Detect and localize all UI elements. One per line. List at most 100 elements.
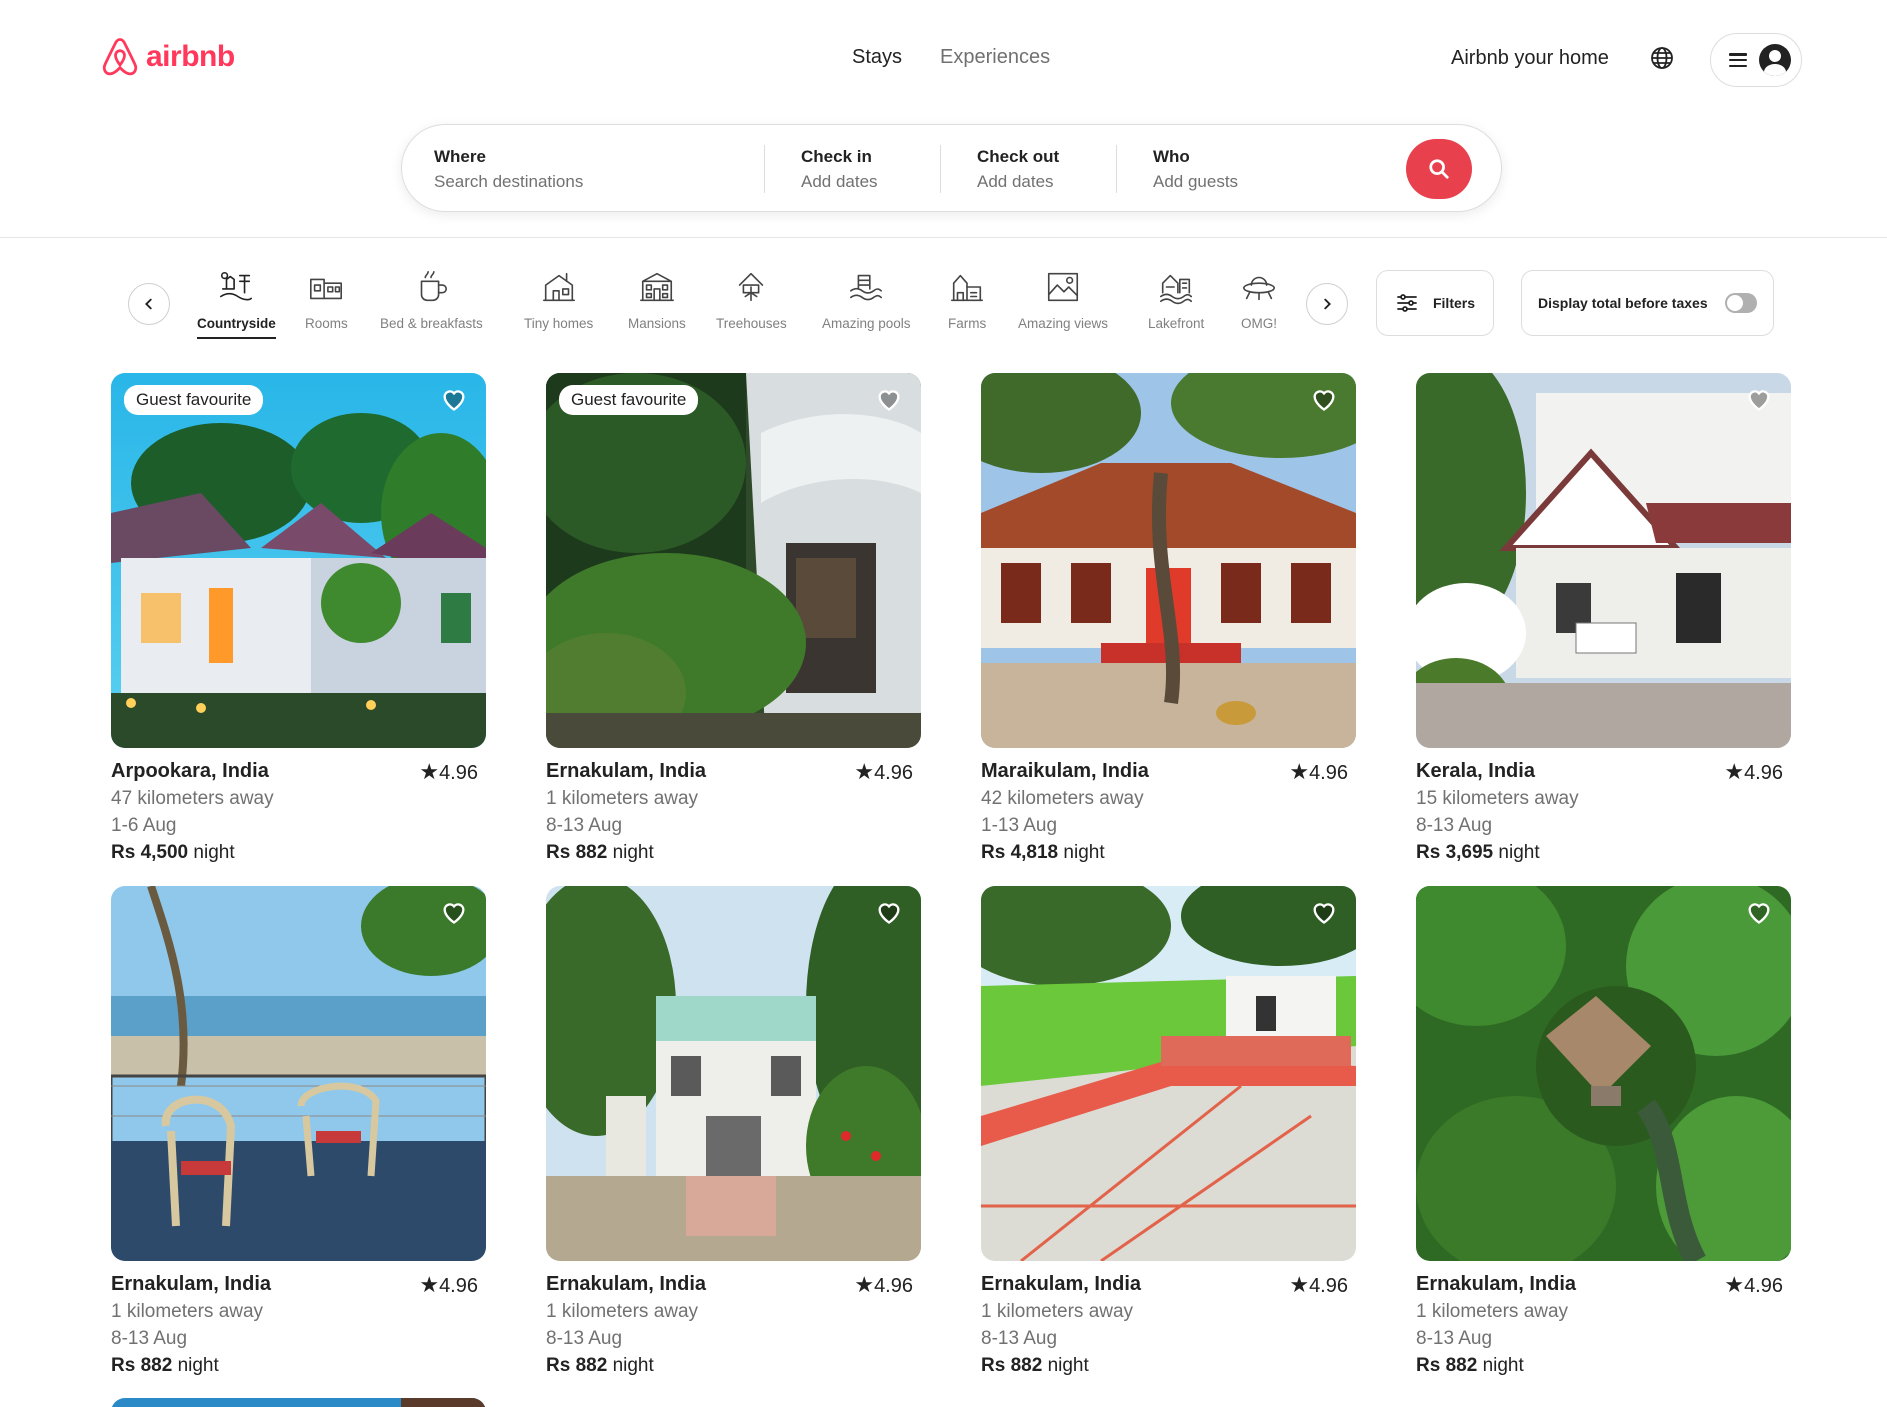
chevron-left-icon [145, 298, 152, 310]
tab-stays[interactable]: Stays [852, 46, 902, 69]
divider [940, 145, 941, 193]
mansion-icon [639, 272, 674, 302]
rooms-icon [310, 278, 343, 300]
listing-card[interactable]: Maraikulam, India ★4.96 42 kilometers aw… [981, 373, 1356, 866]
listing-price: Rs 882 night [981, 1352, 1356, 1379]
divider [1116, 145, 1117, 193]
guest-favourite-badge: Guest favourite [559, 385, 699, 415]
category-tiny-homes[interactable]: Tiny homes [524, 268, 593, 331]
heart-icon[interactable] [1310, 385, 1338, 413]
listing-info: Kerala, India ★4.96 15 kilometers away 8… [1416, 758, 1791, 866]
listing-photo[interactable] [1416, 373, 1791, 748]
taxes-toggle[interactable] [1725, 293, 1757, 313]
category-treehouses[interactable]: Treehouses [716, 268, 787, 331]
listing-info: Ernakulam, India ★4.96 1 kilometers away… [111, 1271, 486, 1379]
heart-icon[interactable] [1310, 898, 1338, 926]
heart-icon[interactable] [875, 385, 903, 413]
filters-icon [1397, 294, 1417, 312]
listing-card[interactable]: Ernakulam, India ★4.96 1 kilometers away… [111, 886, 486, 1379]
check-in-label: Check in [801, 147, 872, 166]
category-label: Rooms [305, 316, 348, 331]
listing-dates: 8-13 Aug [1416, 1328, 1493, 1349]
countryside-icon [220, 271, 253, 301]
rating-value: 4.96 [1744, 762, 1783, 784]
filters-button[interactable]: Filters [1376, 270, 1494, 336]
categories-next-button[interactable] [1306, 283, 1348, 325]
listing-price: Rs 882 night [546, 839, 921, 866]
where-field[interactable]: Where Search destinations [434, 147, 583, 192]
listing-image-partial [111, 1398, 486, 1407]
listing-dates: 1-13 Aug [981, 815, 1058, 836]
check-in-field[interactable]: Check in Add dates [801, 147, 878, 192]
listing-photo-partial[interactable] [111, 1398, 486, 1407]
avatar [1759, 44, 1791, 76]
category-amazing-pools[interactable]: Amazing pools [822, 268, 911, 331]
listing-distance: 15 kilometers away [1416, 788, 1579, 809]
listing-card[interactable]: Ernakulam, India ★4.96 1 kilometers away… [546, 886, 921, 1379]
listing-photo[interactable] [1416, 886, 1791, 1261]
listing-card[interactable]: Kerala, India ★4.96 15 kilometers away 8… [1416, 373, 1791, 866]
listing-photo[interactable]: Guest favourite [546, 373, 921, 748]
heart-icon[interactable] [1745, 385, 1773, 413]
tab-experiences[interactable]: Experiences [940, 46, 1050, 69]
category-amazing-views[interactable]: Amazing views [1018, 268, 1108, 331]
heart-icon[interactable] [440, 385, 468, 413]
hamburger-icon [1729, 53, 1747, 67]
listing-photo[interactable] [981, 886, 1356, 1261]
rating-value: 4.96 [439, 1275, 478, 1297]
search-button[interactable] [1406, 139, 1472, 199]
check-in-placeholder: Add dates [801, 172, 878, 191]
user-menu-button[interactable] [1710, 33, 1802, 87]
listing-distance: 42 kilometers away [981, 788, 1144, 809]
category-omg[interactable]: OMG! [1240, 268, 1278, 331]
listing-card[interactable]: Ernakulam, India ★4.96 1 kilometers away… [1416, 886, 1791, 1379]
listing-rating: ★4.96 [1724, 1271, 1783, 1300]
listing-card[interactable]: Ernakulam, India ★4.96 1 kilometers away… [981, 886, 1356, 1379]
who-label: Who [1153, 147, 1190, 166]
listing-photo[interactable] [111, 886, 486, 1261]
check-out-label: Check out [977, 147, 1060, 166]
price-amount: Rs 882 [546, 842, 608, 863]
categories-prev-button[interactable] [128, 283, 170, 325]
heart-icon[interactable] [1745, 898, 1773, 926]
listing-photo[interactable] [981, 373, 1356, 748]
heart-icon[interactable] [440, 898, 468, 926]
category-rooms[interactable]: Rooms [305, 268, 348, 331]
price-amount: Rs 4,500 [111, 842, 189, 863]
category-farms[interactable]: Farms [948, 268, 986, 331]
listing-card[interactable]: Guest favourite Ernakulam, India ★4.96 1… [546, 373, 921, 866]
listing-price: Rs 4,818 night [981, 839, 1356, 866]
airbnb-your-home-link[interactable]: Airbnb your home [1451, 47, 1609, 70]
listing-dates: 8-13 Aug [546, 1328, 623, 1349]
rating-value: 4.96 [874, 1275, 913, 1297]
listing-distance: 1 kilometers away [546, 788, 699, 809]
category-bed-breakfasts[interactable]: Bed & breakfasts [380, 268, 483, 331]
listing-distance: 1 kilometers away [1416, 1301, 1569, 1322]
listing-price: Rs 882 night [111, 1352, 486, 1379]
globe-icon[interactable] [1650, 46, 1674, 70]
listing-price: Rs 3,695 night [1416, 839, 1791, 866]
category-label: Mansions [628, 316, 686, 331]
who-field[interactable]: Who Add guests [1153, 147, 1238, 192]
rating-value: 4.96 [1309, 1275, 1348, 1297]
category-countryside[interactable]: Countryside [197, 268, 276, 339]
listing-image-two-storey-house [546, 886, 921, 1261]
price-unit: night [612, 1355, 654, 1376]
listing-image-beach-balcony [111, 886, 486, 1261]
category-mansions[interactable]: Mansions [628, 268, 686, 331]
check-out-field[interactable]: Check out Add dates [977, 147, 1059, 192]
listing-photo[interactable] [546, 886, 921, 1261]
star-icon: ★ [854, 759, 875, 784]
category-label: Countryside [197, 316, 276, 331]
price-unit: night [177, 1355, 219, 1376]
airbnb-logo[interactable]: airbnb [100, 36, 235, 78]
listing-distance: 1 kilometers away [981, 1301, 1134, 1322]
star-icon: ★ [1724, 759, 1745, 784]
price-amount: Rs 882 [546, 1355, 608, 1376]
category-lakefront[interactable]: Lakefront [1148, 268, 1204, 331]
display-total-toggle-box[interactable]: Display total before taxes [1521, 270, 1774, 336]
listing-card[interactable]: Guest favourite Arpookara, India ★4.96 4… [111, 373, 486, 866]
star-icon: ★ [1289, 759, 1310, 784]
listing-photo[interactable]: Guest favourite [111, 373, 486, 748]
heart-icon[interactable] [875, 898, 903, 926]
